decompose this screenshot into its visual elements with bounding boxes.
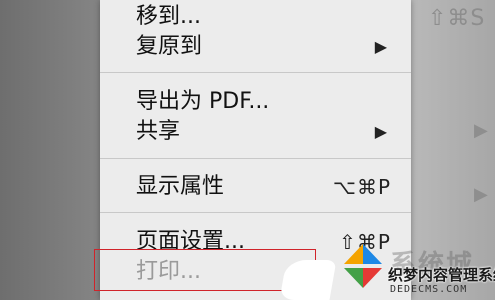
logo-facet-red (363, 268, 382, 288)
menu-item-revert-to[interactable]: 复原到 ▶ (100, 32, 411, 62)
background-arrow: ▶ (474, 184, 488, 205)
menu-item-label: 共享 (136, 119, 181, 144)
watermark-url: DEDECMS.COM (390, 284, 468, 295)
submenu-arrow-icon: ▶ (374, 37, 387, 56)
menu-item-label: 显示属性 (136, 174, 225, 199)
menu-item-show-properties[interactable]: 显示属性 ⌥⌘P (100, 172, 411, 202)
menu-separator (100, 72, 411, 73)
watermark-logo-icon (344, 244, 382, 288)
menu-item-label: 移到... (136, 4, 201, 29)
logo-facet-orange (344, 244, 363, 264)
submenu-arrow-icon: ▶ (374, 122, 387, 141)
menu-item-move-to[interactable]: 移到... (100, 2, 411, 32)
background-window-left (0, 0, 100, 300)
menu-separator (100, 212, 411, 213)
logo-facet-blue (363, 244, 382, 264)
logo-facet-green (344, 268, 363, 288)
menu-item-share[interactable]: 共享 ▶ (100, 117, 411, 147)
background-shortcut: ⇧⌘S (428, 6, 486, 31)
menu-separator (100, 158, 411, 159)
watermark: 系统城 织梦内容管理系统 DEDECMS.COM (330, 232, 495, 300)
background-arrow: ▶ (474, 120, 488, 141)
annotation-blob (279, 260, 337, 300)
watermark-subtitle: 织梦内容管理系统 (388, 266, 495, 284)
menu-item-label: 导出为 PDF... (136, 89, 270, 114)
menu-item-export-pdf[interactable]: 导出为 PDF... (100, 87, 411, 117)
menu-item-label: 复原到 (136, 34, 203, 59)
menu-item-shortcut: ⌥⌘P (332, 175, 391, 199)
